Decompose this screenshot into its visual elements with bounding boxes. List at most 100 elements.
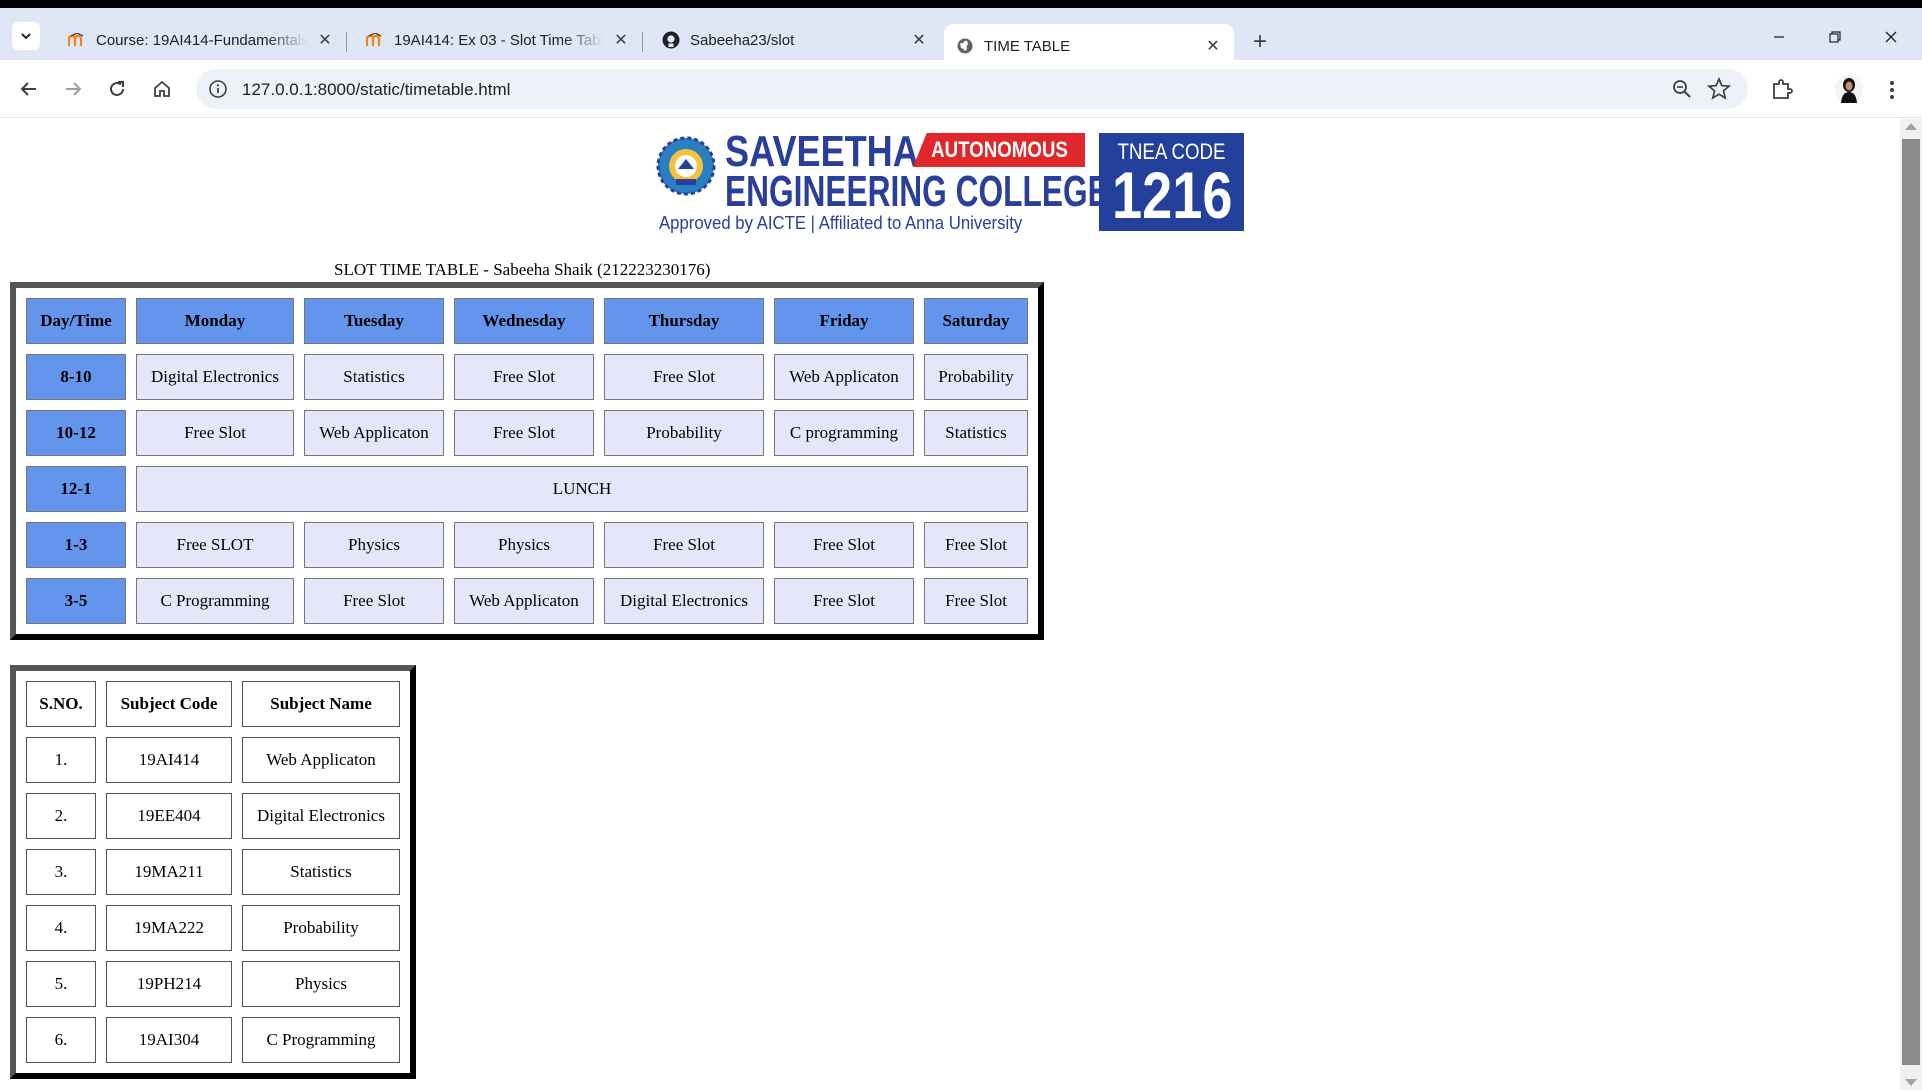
tab-title: TIME TABLE <box>984 37 1071 55</box>
timetable-caption: SLOT TIME TABLE - Sabeeha Shaik (2122232… <box>334 260 711 279</box>
time-cell: 10-12 <box>26 410 126 456</box>
slot-cell: Web Applicaton <box>304 410 444 456</box>
serial-cell: 4. <box>26 905 96 951</box>
close-window-button[interactable] <box>1868 22 1914 52</box>
address-bar[interactable]: 127.0.0.1:8000/static/timetable.html <box>196 69 1748 109</box>
time-cell: 1-3 <box>26 522 126 568</box>
site-info-icon[interactable] <box>206 77 230 101</box>
tab-exercise[interactable]: 19AI414: Ex 03 - Slot Time Table ✕ <box>354 20 642 60</box>
forward-arrow-icon <box>66 82 82 96</box>
close-icon[interactable]: ✕ <box>610 29 632 51</box>
timetable-row: 12-1 LUNCH <box>26 466 1028 512</box>
tab-course[interactable]: Course: 19AI414-Fundamentals ✕ <box>56 20 346 60</box>
subject-row: 5. 19PH214 Physics <box>26 961 400 1007</box>
autonomous-badge-text: AUTONOMOUS <box>930 137 1068 162</box>
subject-name-cell: C Programming <box>242 1017 400 1063</box>
plus-icon: + <box>1252 28 1267 55</box>
close-icon[interactable]: ✕ <box>314 29 336 51</box>
subject-code-cell: 19MA222 <box>106 905 232 951</box>
scroll-down-arrow-icon[interactable] <box>1905 1079 1917 1086</box>
minimize-button[interactable] <box>1756 22 1802 52</box>
subject-name-cell: Statistics <box>242 849 400 895</box>
zoom-icon[interactable] <box>1670 77 1694 101</box>
subject-name-cell: Digital Electronics <box>242 793 400 839</box>
reload-button[interactable] <box>100 72 134 106</box>
logo-name-line2: ENGINEERING COLLEGE <box>725 167 1109 216</box>
subject-code-cell: 19AI414 <box>106 737 232 783</box>
slot-cell: Free Slot <box>136 410 294 456</box>
subject-row: 1. 19AI414 Web Applicaton <box>26 737 400 783</box>
tab-divider <box>346 32 347 52</box>
serial-cell: 2. <box>26 793 96 839</box>
subject-code-cell: 19PH214 <box>106 961 232 1007</box>
home-icon <box>154 80 170 97</box>
subject-row: 6. 19AI304 C Programming <box>26 1017 400 1063</box>
slot-cell: Probability <box>604 410 764 456</box>
window-top-edge <box>0 0 1922 8</box>
header-cell: Saturday <box>924 298 1028 344</box>
back-button[interactable] <box>12 72 46 106</box>
slot-cell: Free Slot <box>454 410 594 456</box>
profile-avatar[interactable] <box>1834 74 1864 104</box>
restore-button[interactable] <box>1812 22 1858 52</box>
tnea-code-box: TNEA CODE 1216 <box>1099 133 1244 232</box>
subject-name-cell: Web Applicaton <box>242 737 400 783</box>
page-scrollbar[interactable] <box>1900 119 1922 1090</box>
subject-header-row: S.NO. Subject Code Subject Name <box>26 681 400 727</box>
tab-github[interactable]: Sabeeha23/slot ✕ <box>650 20 940 60</box>
extensions-icon[interactable] <box>1768 76 1796 104</box>
college-emblem-icon <box>656 136 716 196</box>
header-cell: Friday <box>774 298 914 344</box>
slot-cell: Free Slot <box>774 522 914 568</box>
subject-row: 4. 19MA222 Probability <box>26 905 400 951</box>
chevron-down-icon <box>21 33 31 40</box>
serial-cell: 3. <box>26 849 96 895</box>
moodle-icon <box>366 31 384 49</box>
header-cell: Subject Code <box>106 681 232 727</box>
time-cell: 8-10 <box>26 354 126 400</box>
subject-name-cell: Physics <box>242 961 400 1007</box>
kebab-menu-icon <box>1890 81 1894 99</box>
college-logo: SAVEETHA AUTONOMOUS ENGINEERING COLLEGE … <box>655 127 1245 235</box>
timetable-row: 1-3 Free SLOT Physics Physics Free Slot … <box>26 522 1028 568</box>
tnea-code-number: 1216 <box>1112 158 1233 232</box>
home-button[interactable] <box>145 72 179 106</box>
slot-cell: Free Slot <box>454 354 594 400</box>
url-text[interactable]: 127.0.0.1:8000/static/timetable.html <box>242 80 510 100</box>
slot-cell: C programming <box>774 410 914 456</box>
header-cell: Tuesday <box>304 298 444 344</box>
slot-cell: Free Slot <box>604 354 764 400</box>
slot-cell: Free Slot <box>774 578 914 624</box>
slot-cell: Physics <box>454 522 594 568</box>
browser-menu-button[interactable] <box>1878 76 1906 104</box>
time-cell: 12-1 <box>26 466 126 512</box>
subject-row: 3. 19MA211 Statistics <box>26 849 400 895</box>
autonomous-badge: AUTONOMOUS <box>913 133 1085 167</box>
reload-icon <box>110 81 124 96</box>
slot-cell: Digital Electronics <box>136 354 294 400</box>
slot-cell: Web Applicaton <box>774 354 914 400</box>
timetable-row: 8-10 Digital Electronics Statistics Free… <box>26 354 1028 400</box>
close-icon[interactable]: ✕ <box>908 29 930 51</box>
subject-row: 2. 19EE404 Digital Electronics <box>26 793 400 839</box>
slot-cell: Statistics <box>924 410 1028 456</box>
bookmark-star-icon[interactable] <box>1706 76 1732 102</box>
restore-icon <box>1829 31 1841 43</box>
scrollbar-thumb[interactable] <box>1902 139 1920 1065</box>
logo-affiliation: Approved by AICTE | Affiliated to Anna U… <box>659 213 1023 233</box>
timetable-row: 10-12 Free Slot Web Applicaton Free Slot… <box>26 410 1028 456</box>
header-cell: Subject Name <box>242 681 400 727</box>
header-cell: Wednesday <box>454 298 594 344</box>
tab-title: 19AI414: Ex 03 - Slot Time Table <box>394 31 604 49</box>
serial-cell: 1. <box>26 737 96 783</box>
slot-cell: Free Slot <box>924 578 1028 624</box>
new-tab-button[interactable]: + <box>1246 28 1274 56</box>
forward-button[interactable] <box>56 72 90 106</box>
lunch-cell: LUNCH <box>136 466 1028 512</box>
scroll-up-arrow-icon[interactable] <box>1905 123 1917 130</box>
close-icon <box>1885 31 1897 43</box>
close-icon[interactable]: ✕ <box>1202 35 1224 57</box>
tab-search-button[interactable] <box>12 22 40 50</box>
timetable-row: 3-5 C Programming Free Slot Web Applicat… <box>26 578 1028 624</box>
tab-divider <box>642 32 643 52</box>
